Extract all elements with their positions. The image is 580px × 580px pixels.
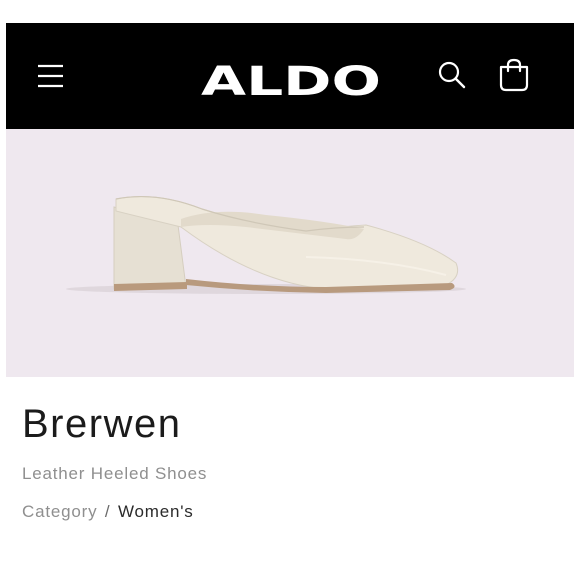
hamburger-menu-icon [38, 64, 63, 88]
search-button[interactable] [436, 59, 468, 91]
site-header: ALDO [6, 23, 574, 129]
search-icon [438, 61, 466, 89]
menu-button[interactable] [32, 57, 72, 97]
product-image[interactable] [6, 129, 574, 377]
product-title: Brerwen [22, 402, 182, 446]
shopping-bag-icon [499, 58, 529, 92]
product-subtitle: Leather Heeled Shoes [22, 464, 208, 483]
breadcrumb-separator: / [104, 502, 111, 521]
breadcrumb-current[interactable]: Women's [118, 502, 194, 521]
brand-logo-text: ALDO [201, 59, 381, 103]
product-page: ALDO Brerwen Leather Heeled Shoes Catego… [0, 0, 580, 580]
breadcrumb: Category / Women's [22, 502, 194, 522]
breadcrumb-category-link[interactable]: Category [22, 502, 97, 521]
aldo-logo[interactable]: ALDO [196, 47, 386, 105]
shopping-bag-button[interactable] [497, 57, 531, 93]
